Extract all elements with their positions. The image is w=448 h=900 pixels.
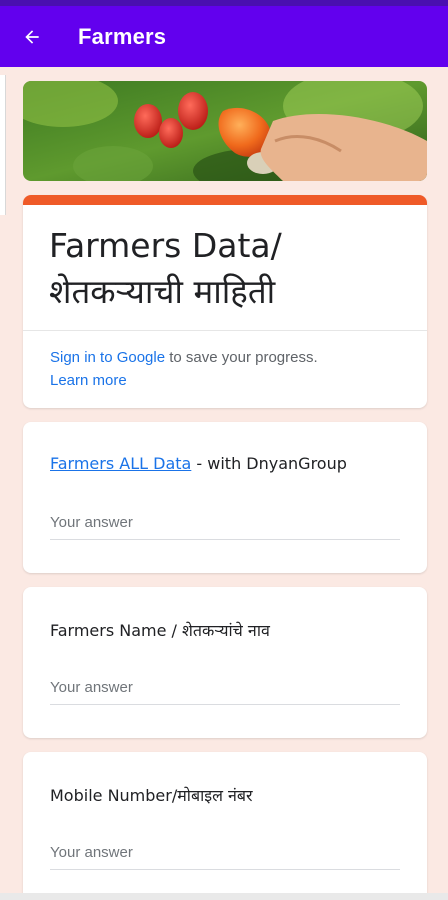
mobile-number-input[interactable] [50,840,400,870]
form-accent-bar [23,195,427,205]
farmer-name-input[interactable] [50,675,400,705]
signin-text: to save your progress. [165,349,318,366]
signin-link[interactable]: Sign in to Google [50,349,165,366]
question-label: Farmers ALL Data - with DnyanGroup [50,454,347,473]
scroll-edge [0,75,6,215]
farmers-all-data-link[interactable]: Farmers ALL Data [50,454,191,473]
header-image [23,81,427,181]
question-card-farmer-name: Farmers Name / शेतकऱ्यांचे नाव [23,587,427,738]
question-label-suffix: - with DnyanGroup [191,454,347,473]
navigation-bar [0,893,448,900]
form-title-line2: शेतकऱ्याची माहिती [49,272,276,311]
question-label: Farmers Name / शेतकऱ्यांचे नाव [50,621,270,640]
app-title: Farmers [78,23,167,49]
form-title-line1: Farmers Data/ [49,226,282,265]
app-bar: Farmers [0,6,448,67]
form-header-card: Farmers Data/ शेतकऱ्याची माहिती Sign in … [23,195,427,408]
form-title: Farmers Data/ शेतकऱ्याची माहिती [49,223,401,315]
back-button[interactable] [4,9,60,65]
form-content[interactable]: Farmers Data/ शेतकऱ्याची माहिती Sign in … [0,67,448,895]
question-card-mobile-number: Mobile Number/मोबाइल नंबर [23,752,427,895]
question-label: Mobile Number/मोबाइल नंबर [50,786,253,805]
learn-more-link[interactable]: Learn more [50,372,127,389]
answer-input-all-data[interactable] [50,510,400,540]
signin-notice: Sign in to Google to save your progress.… [50,346,407,392]
question-card-all-data: Farmers ALL Data - with DnyanGroup [23,422,427,573]
divider [23,330,427,331]
arrow-left-icon [25,29,39,44]
